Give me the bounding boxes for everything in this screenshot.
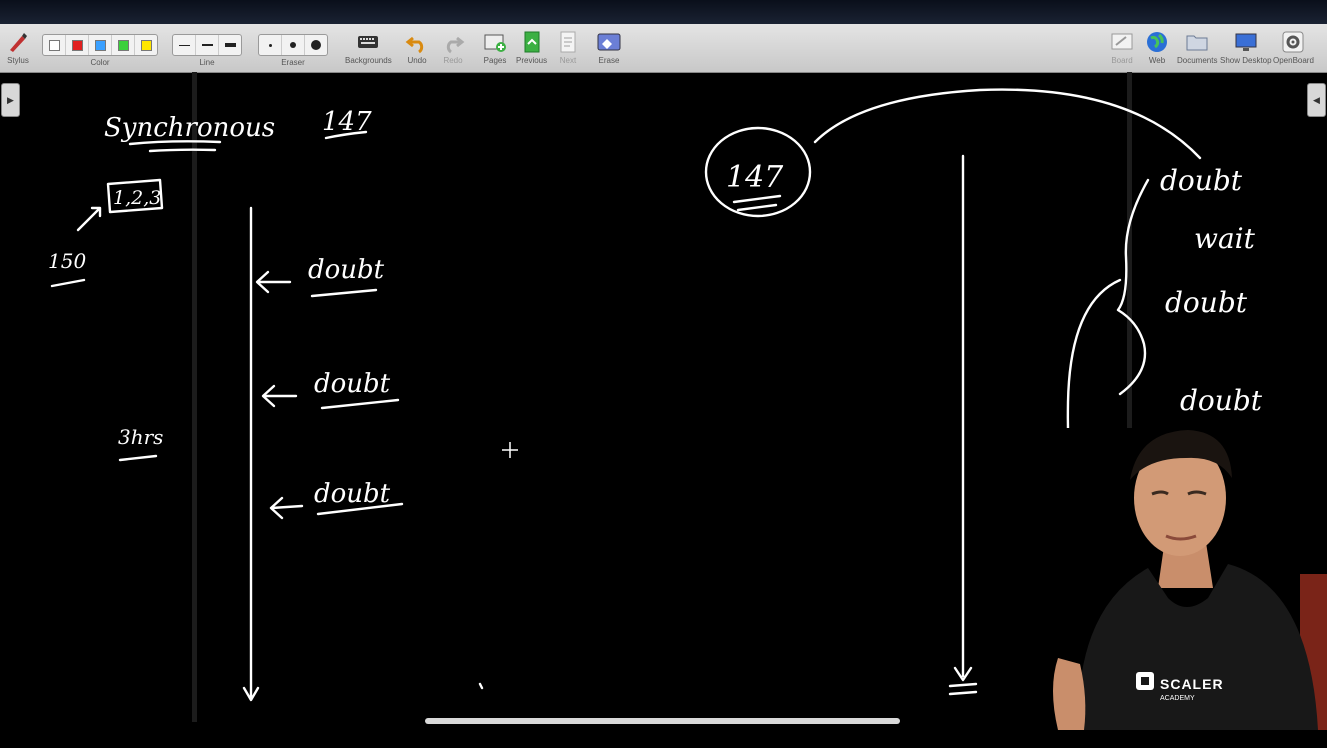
previous-page-icon <box>524 31 540 53</box>
monitor-icon <box>1235 33 1257 51</box>
num-150-underline <box>50 278 86 288</box>
num-123: 1,2,3 <box>113 187 161 209</box>
next-label: Next <box>559 56 577 65</box>
curve-connector <box>813 88 1202 160</box>
eraser-small[interactable] <box>259 35 282 55</box>
redo-icon <box>446 36 465 54</box>
keyboard-icon <box>358 36 379 48</box>
line-thin[interactable] <box>173 35 196 55</box>
curly-brace <box>1116 178 1150 396</box>
pages-icon <box>484 34 506 52</box>
openboard-label: OpenBoard <box>1273 56 1314 65</box>
gear-icon <box>1282 31 1304 53</box>
backgrounds-label: Backgrounds <box>345 56 392 65</box>
eraser-large[interactable] <box>305 35 327 55</box>
horizontal-scrollbar[interactable] <box>425 718 900 724</box>
erase-button[interactable]: Erase <box>597 26 621 65</box>
num-147-right: 147 <box>726 160 784 195</box>
line-thick[interactable] <box>219 35 241 55</box>
globe-icon <box>1147 32 1167 52</box>
previous-button[interactable]: Previous <box>516 26 547 65</box>
presenter-video: SCALER ACADEMY <box>1053 430 1327 730</box>
color-green[interactable] <box>112 35 135 55</box>
redo-button[interactable]: Redo <box>441 26 465 65</box>
stylus-tool[interactable]: Stylus <box>6 26 30 65</box>
num-3hrs-underline <box>118 454 158 462</box>
board-label: Board <box>1111 56 1133 65</box>
next-button[interactable]: Next <box>556 26 580 65</box>
color-blue[interactable] <box>89 35 112 55</box>
erase-icon <box>597 33 621 51</box>
line-group: Line <box>172 26 242 67</box>
color-group: Color <box>42 26 158 67</box>
num-147-right-underline <box>732 194 782 212</box>
previous-label: Previous <box>516 56 548 65</box>
show-desktop-button[interactable]: Show Desktop <box>1220 26 1272 65</box>
openboard-toolbar: Stylus Color Line Eraser Backgrounds Und… <box>0 24 1327 73</box>
board-button[interactable]: Board <box>1110 26 1134 65</box>
num-3hrs: 3hrs <box>118 425 163 449</box>
doubt-underline-1 <box>310 288 378 298</box>
eraser-label: Eraser <box>281 58 305 67</box>
color-label: Color <box>90 58 110 67</box>
doubt-arrow-1 <box>255 270 292 294</box>
board-icon <box>1111 33 1133 50</box>
openboard-settings-button[interactable]: OpenBoard <box>1273 26 1314 65</box>
folder-icon <box>1186 35 1208 51</box>
top-strip <box>0 0 1327 24</box>
eraser-group: Eraser <box>258 26 328 67</box>
right-doubt-2: doubt <box>1165 286 1248 319</box>
stylus-label: Stylus <box>7 56 29 65</box>
color-red[interactable] <box>66 35 89 55</box>
crosshair-cursor <box>502 442 518 458</box>
undo-label: Undo <box>407 56 427 65</box>
pages-label: Pages <box>483 56 507 65</box>
doubt-arrow-2 <box>261 384 298 408</box>
shirt-brand: SCALER <box>1160 676 1224 692</box>
undo-button[interactable]: Undo <box>405 26 429 65</box>
right-wait: wait <box>1194 222 1256 255</box>
doubt-label-3: doubt <box>314 479 391 509</box>
eraser-medium[interactable] <box>282 35 305 55</box>
shirt-sub: ACADEMY <box>1160 695 1195 702</box>
stylus-icon <box>10 33 27 52</box>
synchronous-text: Synchronous <box>104 113 275 143</box>
show-desktop-label: Show Desktop <box>1220 56 1272 65</box>
line-medium[interactable] <box>196 35 219 55</box>
color-yellow[interactable] <box>135 35 157 55</box>
arrow-to-123 <box>76 206 102 232</box>
pages-button[interactable]: Pages <box>483 26 507 65</box>
color-white[interactable] <box>43 35 66 55</box>
erase-label: Erase <box>598 56 620 65</box>
line-label: Line <box>199 58 215 67</box>
ink-dot <box>478 682 484 690</box>
documents-button[interactable]: Documents <box>1177 26 1217 65</box>
doubt-label-1: doubt <box>308 255 385 285</box>
web-label: Web <box>1148 56 1166 65</box>
webcam-overlay: SCALER ACADEMY <box>1018 428 1327 730</box>
redo-label: Redo <box>443 56 463 65</box>
timeline-arrow-right <box>948 154 978 696</box>
num-150: 150 <box>48 249 86 273</box>
doubt-arrow-3 <box>269 496 304 520</box>
doubt-label-2: doubt <box>314 369 391 399</box>
next-page-icon <box>560 31 576 53</box>
right-doubt-3: doubt <box>1180 384 1263 417</box>
right-doubt-1: doubt <box>1160 164 1243 197</box>
doubt-underline-2 <box>320 398 400 410</box>
web-button[interactable]: Web <box>1145 26 1169 65</box>
undo-icon <box>405 36 424 54</box>
backgrounds-button[interactable]: Backgrounds <box>345 26 392 65</box>
documents-label: Documents <box>1177 56 1218 65</box>
